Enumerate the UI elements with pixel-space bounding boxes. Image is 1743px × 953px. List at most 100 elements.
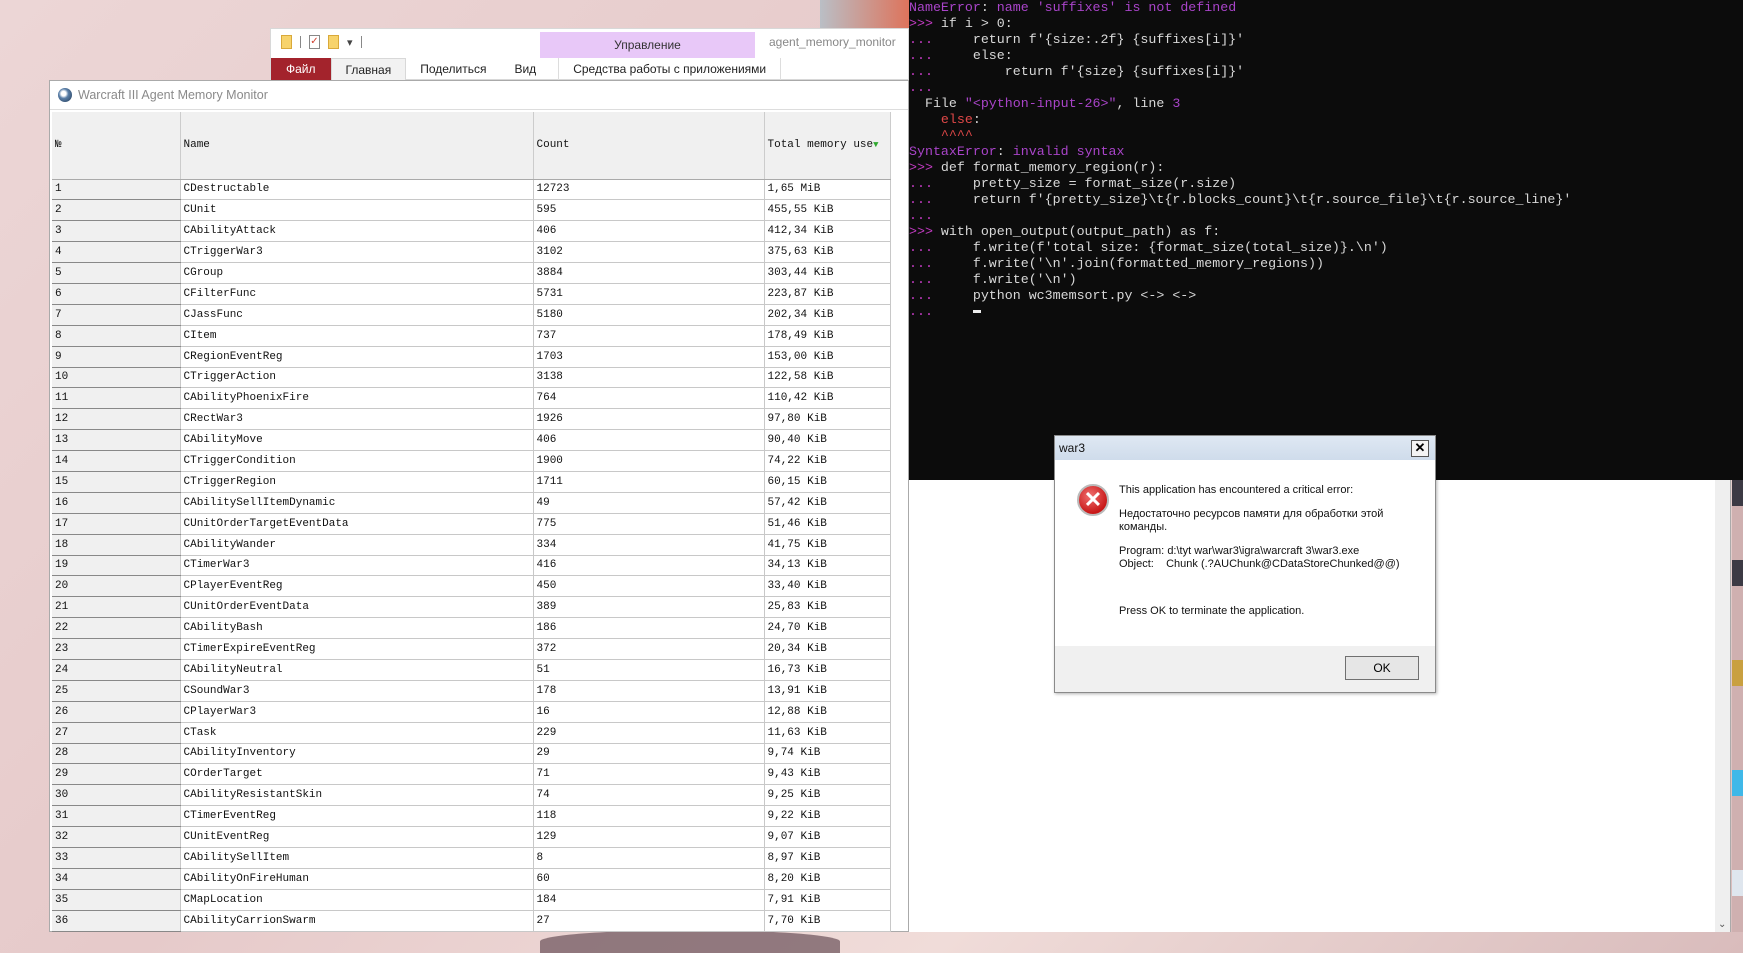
row-name: CPlayerEventReg	[180, 575, 534, 598]
row-number: 18	[52, 534, 181, 556]
table-row[interactable]: 27 CTask 229 11,63 KiB	[52, 722, 891, 744]
column-header-name[interactable]: Name	[180, 112, 534, 180]
terminal-line: NameError: name 'suffixes' is not define…	[909, 0, 1743, 16]
table-row[interactable]: 28 CAbilityInventory 29 9,74 KiB	[52, 743, 891, 765]
row-number: 32	[52, 826, 181, 848]
new-folder-icon[interactable]	[328, 35, 339, 49]
row-count: 5180	[533, 304, 765, 326]
column-header-number[interactable]: №	[52, 112, 181, 180]
table-row[interactable]: 20 CPlayerEventReg 450 33,40 KiB	[52, 575, 891, 598]
table-row[interactable]: 22 CAbilityBash 186 24,70 KiB	[52, 617, 891, 640]
properties-icon[interactable]: ✓	[309, 35, 320, 49]
folder-icon[interactable]	[281, 35, 292, 49]
terminal-line: SyntaxError: invalid syntax	[909, 144, 1743, 160]
terminal-text: ...	[909, 176, 973, 191]
table-row[interactable]: 29 COrderTarget 71 9,43 KiB	[52, 763, 891, 786]
table-row[interactable]: 18 CAbilityWander 334 41,75 KiB	[52, 534, 891, 556]
table-row[interactable]: 26 CPlayerWar3 16 12,88 KiB	[52, 701, 891, 723]
table-row[interactable]: 23 CTimerExpireEventReg 372 20,34 KiB	[52, 638, 891, 660]
terminal-text: ...	[909, 64, 1005, 79]
row-memory: 178,49 KiB	[764, 325, 891, 347]
terminal-text: :	[972, 112, 981, 127]
column-header-count[interactable]: Count	[533, 112, 765, 180]
desktop-shortcut-icon[interactable]	[1732, 770, 1743, 796]
row-name: CItem	[180, 325, 534, 347]
row-name: CTriggerRegion	[180, 471, 534, 493]
table-row[interactable]: 14 CTriggerCondition 1900 74,22 KiB	[52, 450, 891, 472]
table-row[interactable]: 11 CAbilityPhoenixFire 764 110,42 KiB	[52, 387, 891, 410]
row-count: 775	[533, 513, 765, 535]
table-row[interactable]: 36 CAbilityCarrionSwarm 27 7,70 KiB	[52, 910, 891, 932]
desktop-shortcut-icon[interactable]	[1732, 560, 1743, 586]
desktop-shortcut-icon[interactable]	[1732, 480, 1743, 506]
table-row[interactable]: 35 CMapLocation 184 7,91 KiB	[52, 889, 891, 911]
table-row[interactable]: 4 CTriggerWar3 3102 375,63 KiB	[52, 241, 891, 264]
quick-access-toolbar: ✓ ▾	[281, 35, 362, 49]
table-row[interactable]: 1 CDestructable 12723 1,65 MiB	[52, 179, 891, 201]
tab-view[interactable]: Вид	[500, 58, 550, 80]
recycle-bin-icon[interactable]	[1732, 870, 1743, 896]
table-row[interactable]: 12 CRectWar3 1926 97,80 KiB	[52, 408, 891, 431]
table-row[interactable]: 7 CJassFunc 5180 202,34 KiB	[52, 304, 891, 326]
table-row[interactable]: 32 CUnitEventReg 129 9,07 KiB	[52, 826, 891, 848]
terminal-text: python wc3memsort.py <-> <->	[972, 288, 1197, 303]
row-number: 25	[52, 680, 181, 702]
column-header-total-memory[interactable]: Total memory use▼	[764, 112, 891, 180]
row-number: 2	[52, 199, 181, 222]
table-row[interactable]: 8 CItem 737 178,49 KiB	[52, 325, 891, 347]
row-name: CUnitEventReg	[180, 826, 534, 848]
tab-manage[interactable]: Управление	[540, 32, 755, 58]
terminal-text: SyntaxError	[909, 144, 997, 159]
tab-file[interactable]: Файл	[271, 58, 331, 80]
table-row[interactable]: 6 CFilterFunc 5731 223,87 KiB	[52, 283, 891, 305]
row-name: CTask	[180, 722, 534, 744]
table-row[interactable]: 25 CSoundWar3 178 13,91 KiB	[52, 680, 891, 702]
close-button[interactable]: ✕	[1411, 440, 1429, 457]
tab-application-tools[interactable]: Средства работы с приложениями	[558, 58, 782, 80]
window-title: agent_memory_monitor	[769, 35, 896, 49]
table-row[interactable]: 15 CTriggerRegion 1711 60,15 KiB	[52, 471, 891, 493]
customize-dropdown-icon[interactable]: ▾	[347, 36, 353, 49]
tab-home[interactable]: Главная	[330, 58, 407, 80]
desktop-shortcut-icon[interactable]	[1732, 660, 1743, 686]
row-memory: 25,83 KiB	[764, 596, 891, 619]
table-row[interactable]: 16 CAbilitySellItemDynamic 49 57,42 KiB	[52, 492, 891, 514]
table-row[interactable]: 21 CUnitOrderEventData 389 25,83 KiB	[52, 596, 891, 619]
row-memory: 51,46 KiB	[764, 513, 891, 535]
row-count: 8	[533, 847, 765, 869]
terminal-line: ... python wc3memsort.py <-> <->	[909, 288, 1743, 304]
row-name: CSoundWar3	[180, 680, 534, 702]
table-row[interactable]: 10 CTriggerAction 3138 122,58 KiB	[52, 367, 891, 389]
row-count: 1703	[533, 346, 765, 368]
row-name: CPlayerWar3	[180, 701, 534, 723]
table-row[interactable]: 19 CTimerWar3 416 34,13 KiB	[52, 555, 891, 577]
python-terminal[interactable]: NameError: name 'suffixes' is not define…	[909, 0, 1743, 480]
row-memory: 202,34 KiB	[764, 304, 891, 326]
table-row[interactable]: 34 CAbilityOnFireHuman 60 8,20 KiB	[52, 868, 891, 890]
ok-button[interactable]: OK	[1345, 656, 1419, 680]
vertical-scrollbar[interactable]: ⌄	[1715, 480, 1731, 932]
terminal-text: return f'{pretty_size}\t{r.blocks_count}…	[972, 192, 1572, 207]
table-row[interactable]: 3 CAbilityAttack 406 412,34 KiB	[52, 220, 891, 243]
table-row[interactable]: 17 CUnitOrderTargetEventData 775 51,46 KiB	[52, 513, 891, 535]
table-row[interactable]: 33 CAbilitySellItem 8 8,97 KiB	[52, 847, 891, 869]
row-number: 23	[52, 638, 181, 660]
table-row[interactable]: 24 CAbilityNeutral 51 16,73 KiB	[52, 659, 891, 681]
terminal-text: name 'suffixes' is not defined	[996, 0, 1237, 15]
row-name: CDestructable	[180, 179, 534, 201]
table-row[interactable]: 13 CAbilityMove 406 90,40 KiB	[52, 429, 891, 452]
terminal-text: :	[980, 0, 997, 15]
table-row[interactable]: 2 CUnit 595 455,55 KiB	[52, 199, 891, 222]
row-count: 60	[533, 868, 765, 890]
table-row[interactable]: 31 CTimerEventReg 118 9,22 KiB	[52, 805, 891, 828]
row-name: CRectWar3	[180, 408, 534, 431]
row-memory: 12,88 KiB	[764, 701, 891, 723]
row-memory: 13,91 KiB	[764, 680, 891, 702]
tab-share[interactable]: Поделиться	[406, 58, 500, 80]
row-count: 16	[533, 701, 765, 723]
table-row[interactable]: 5 CGroup 3884 303,44 KiB	[52, 262, 891, 284]
table-row[interactable]: 30 CAbilityResistantSkin 74 9,25 KiB	[52, 784, 891, 807]
table-row[interactable]: 9 CRegionEventReg 1703 153,00 KiB	[52, 346, 891, 368]
row-memory: 303,44 KiB	[764, 262, 891, 284]
chevron-down-icon[interactable]: ⌄	[1718, 919, 1726, 930]
